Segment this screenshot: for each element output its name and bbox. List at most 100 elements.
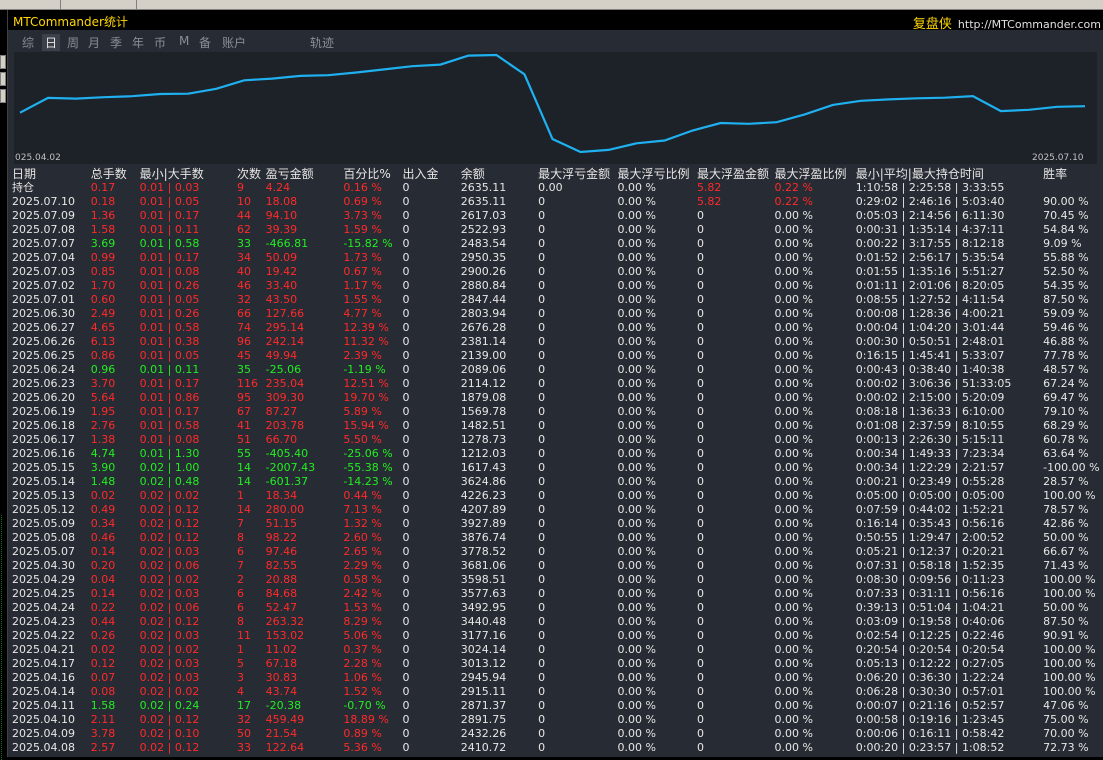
- row-balance: 2635.11: [460, 195, 507, 208]
- table-row[interactable]: 2025.05.08 0.46 0.02 | 0.12 8 98.22 2.60 % 0 38…: [12, 531, 1103, 545]
- header-max-float-profit-pct[interactable]: 最大浮盈比例: [774, 167, 855, 181]
- table-row[interactable]: 2025.06.23 3.70 0.01 | 0.17 116 235.04 12.51 …: [12, 377, 1103, 391]
- side-button[interactable]: [0, 72, 6, 86]
- row-max-float-loss: 0: [538, 461, 546, 474]
- tab-quarterly[interactable]: 季: [110, 34, 122, 51]
- table-row[interactable]: 2025.06.24 0.96 0.01 | 0.11 35 -25.06 -1.19 %…: [12, 363, 1103, 377]
- row-max-float-loss-pct: 0.00 %: [617, 601, 656, 614]
- table-row[interactable]: 2025.06.19 1.95 0.01 | 0.17 67 87.27 5.89 % 0 1…: [12, 405, 1103, 419]
- table-row[interactable]: 2025.05.12 0.49 0.02 | 0.12 14 280.00 7.13 % 0…: [12, 503, 1103, 517]
- table-row[interactable]: 2025.04.24 0.22 0.02 | 0.06 6 52.47 1.53 % 0 34…: [12, 601, 1103, 615]
- table-row[interactable]: 2025.06.20 5.64 0.01 | 0.86 95 309.30 19.70 %…: [12, 391, 1103, 405]
- table-row[interactable]: 2025.05.09 0.34 0.02 | 0.12 7 51.15 1.32 % 0 39…: [12, 517, 1103, 531]
- header-date[interactable]: 日期: [12, 167, 91, 181]
- table-row[interactable]: 2025.05.14 1.48 0.02 | 0.48 14 -601.37 -14.23…: [12, 475, 1103, 489]
- toolbar-segment[interactable]: [0, 0, 61, 9]
- table-row[interactable]: 2025.06.26 6.13 0.01 | 0.38 96 242.14 11.32 %…: [12, 335, 1103, 349]
- tab-monthly[interactable]: 月: [88, 34, 100, 51]
- table-row[interactable]: 2025.07.03 0.85 0.01 | 0.08 40 19.42 0.67 % 0 2…: [12, 265, 1103, 279]
- row-min-max-lots: 0.02 | 0.48: [139, 475, 200, 488]
- table-row[interactable]: 2025.06.27 4.65 0.01 | 0.58 74 295.14 12.39 %…: [12, 321, 1103, 335]
- tab-magic[interactable]: M: [179, 34, 189, 48]
- table-row[interactable]: 2025.05.15 3.90 0.02 | 1.00 14 -2007.43 -55.3…: [12, 461, 1103, 475]
- table-row[interactable]: 2025.04.30 0.20 0.02 | 0.06 7 82.55 2.29 % 0 36…: [12, 559, 1103, 573]
- row-win-rate: 54.84 %: [1043, 223, 1089, 236]
- table-row[interactable]: 2025.04.29 0.04 0.02 | 0.02 2 20.88 0.58 % 0 35…: [12, 573, 1103, 587]
- header-count[interactable]: 次数: [237, 167, 266, 181]
- header-win-rate[interactable]: 胜率: [1043, 167, 1103, 181]
- table-row[interactable]: 2025.04.25 0.14 0.02 | 0.03 6 84.68 2.42 % 0 35…: [12, 587, 1103, 601]
- table-row[interactable]: 2025.04.14 0.08 0.02 | 0.02 4 43.74 1.52 % 0 29…: [12, 685, 1103, 699]
- tab-notes[interactable]: 备: [199, 34, 211, 51]
- table-row[interactable]: 持仓 0.17 0.01 | 0.03 9 4.24 0.16 % 0 2635.11 0.00…: [12, 181, 1103, 195]
- table-row[interactable]: 2025.04.21 0.02 0.02 | 0.02 1 11.02 0.37 % 0 30…: [12, 643, 1103, 657]
- header-percent[interactable]: 百分比%: [343, 167, 402, 181]
- table-row[interactable]: 2025.06.17 1.38 0.01 | 0.08 51 66.70 5.50 % 0 1…: [12, 433, 1103, 447]
- table-row[interactable]: 2025.07.07 3.69 0.01 | 0.58 33 -466.81 -15.82…: [12, 237, 1103, 251]
- header-max-float-loss-pct[interactable]: 最大浮亏比例: [618, 167, 697, 181]
- tab-account[interactable]: 账户: [222, 34, 246, 51]
- header-min-max-lots[interactable]: 最小|大手数: [140, 167, 237, 181]
- row-max-float-loss: 0: [538, 405, 546, 418]
- table-row[interactable]: 2025.05.07 0.14 0.02 | 0.03 6 97.46 2.65 % 0 37…: [12, 545, 1103, 559]
- tab-weekly[interactable]: 周: [67, 34, 79, 51]
- row-deposit: 0: [402, 209, 410, 222]
- row-max-float-loss-pct: 0.00 %: [617, 433, 656, 446]
- table-row[interactable]: 2025.06.18 2.76 0.01 | 0.58 41 203.78 15.94 %…: [12, 419, 1103, 433]
- table-row[interactable]: 2025.04.17 0.12 0.02 | 0.03 5 67.18 2.28 % 0 30…: [12, 657, 1103, 671]
- header-max-float-profit[interactable]: 最大浮盈金额: [697, 167, 775, 181]
- row-percent: 0.16 %: [343, 181, 382, 194]
- table-row[interactable]: 2025.04.09 3.78 0.02 | 0.10 50 21.54 0.89 % 0 2…: [12, 727, 1103, 741]
- row-date: 2025.06.27: [12, 321, 75, 334]
- row-win-rate: 55.88 %: [1043, 251, 1089, 264]
- row-count: 32: [236, 293, 251, 306]
- row-min-max-lots: 0.01 | 0.38: [139, 335, 200, 348]
- header-total-lots[interactable]: 总手数: [91, 167, 140, 181]
- toolbar-segment[interactable]: [61, 0, 137, 9]
- row-max-float-profit-pct: 0.00 %: [774, 503, 813, 516]
- table-row[interactable]: 2025.04.10 2.11 0.02 | 0.12 32 459.49 18.89 %…: [12, 713, 1103, 727]
- table-row[interactable]: 2025.07.01 0.60 0.01 | 0.05 32 43.50 1.55 % 0 2…: [12, 293, 1103, 307]
- table-row[interactable]: 2025.04.23 0.44 0.02 | 0.12 8 263.32 8.29 % 0 3…: [12, 615, 1103, 629]
- tab-track[interactable]: 轨迹: [310, 34, 334, 51]
- table-row[interactable]: 2025.04.22 0.26 0.02 | 0.03 11 153.02 5.06 % 0…: [12, 629, 1103, 643]
- table-row[interactable]: 2025.07.04 0.99 0.01 | 0.17 34 50.09 1.73 % 0 2…: [12, 251, 1103, 265]
- brand-url[interactable]: http://MTCommander.com: [958, 18, 1101, 31]
- row-win-rate: 47.06 %: [1043, 699, 1089, 712]
- header-deposit[interactable]: 出入金: [403, 167, 461, 181]
- row-date: 2025.05.12: [12, 503, 75, 516]
- row-balance: 3598.51: [460, 573, 507, 586]
- header-max-float-loss[interactable]: 最大浮亏金额: [538, 167, 617, 181]
- header-profit[interactable]: 盈亏金额: [266, 167, 344, 181]
- table-row[interactable]: 2025.04.08 2.57 0.02 | 0.12 33 122.64 5.36 % 0…: [12, 741, 1103, 755]
- table-row[interactable]: 2025.04.16 0.07 0.02 | 0.03 3 30.83 1.06 % 0 29…: [12, 671, 1103, 685]
- table-row[interactable]: 2025.06.16 4.74 0.01 | 1.30 55 -405.40 -25.06…: [12, 447, 1103, 461]
- tab-yearly[interactable]: 年: [132, 34, 144, 51]
- tab-summary[interactable]: 综: [22, 34, 34, 51]
- table-row[interactable]: 2025.06.30 2.49 0.01 | 0.26 66 127.66 4.77 % 0…: [12, 307, 1103, 321]
- header-balance[interactable]: 余额: [461, 167, 538, 181]
- table-row[interactable]: 2025.07.02 1.70 0.01 | 0.26 46 33.40 1.17 % 0 2…: [12, 279, 1103, 293]
- side-button[interactable]: [0, 55, 6, 69]
- table-row[interactable]: 2025.07.09 1.36 0.01 | 0.17 44 94.10 3.73 % 0 2…: [12, 209, 1103, 223]
- table-row[interactable]: 2025.07.10 0.18 0.01 | 0.05 10 18.08 0.69 % 0 2…: [12, 195, 1103, 209]
- row-min-max-lots: 0.01 | 0.08: [139, 265, 200, 278]
- row-percent: 2.29 %: [343, 559, 382, 572]
- row-hold-time: 0:39:13 | 0:51:04 | 1:04:21: [855, 601, 1005, 614]
- header-hold-time[interactable]: 最小|平均|最大持仓时间: [856, 167, 1043, 181]
- row-max-float-loss: 0: [538, 643, 546, 656]
- tab-daily[interactable]: 日: [42, 34, 61, 51]
- row-percent: 4.77 %: [343, 307, 382, 320]
- table-row[interactable]: 2025.06.25 0.86 0.01 | 0.05 45 49.94 2.39 % 0 2…: [12, 349, 1103, 363]
- table-row[interactable]: 2025.05.13 0.02 0.02 | 0.02 1 18.34 0.44 % 0 42…: [12, 489, 1103, 503]
- row-max-float-profit: 0: [696, 447, 704, 460]
- row-hold-time: 0:00:04 | 1:04:20 | 3:01:44: [855, 321, 1005, 334]
- row-date: 2025.04.09: [12, 727, 75, 740]
- row-percent: 0.37 %: [343, 643, 382, 656]
- table-row[interactable]: 2025.07.08 1.58 0.01 | 0.11 62 39.39 1.59 % 0 2…: [12, 223, 1103, 237]
- table-row[interactable]: 2025.04.11 1.58 0.02 | 0.24 17 -20.38 -0.70 %…: [12, 699, 1103, 713]
- row-balance: 1278.73: [460, 433, 507, 446]
- side-button[interactable]: [0, 89, 6, 103]
- tab-symbol[interactable]: 币: [154, 34, 166, 51]
- row-max-float-loss: 0: [538, 727, 546, 740]
